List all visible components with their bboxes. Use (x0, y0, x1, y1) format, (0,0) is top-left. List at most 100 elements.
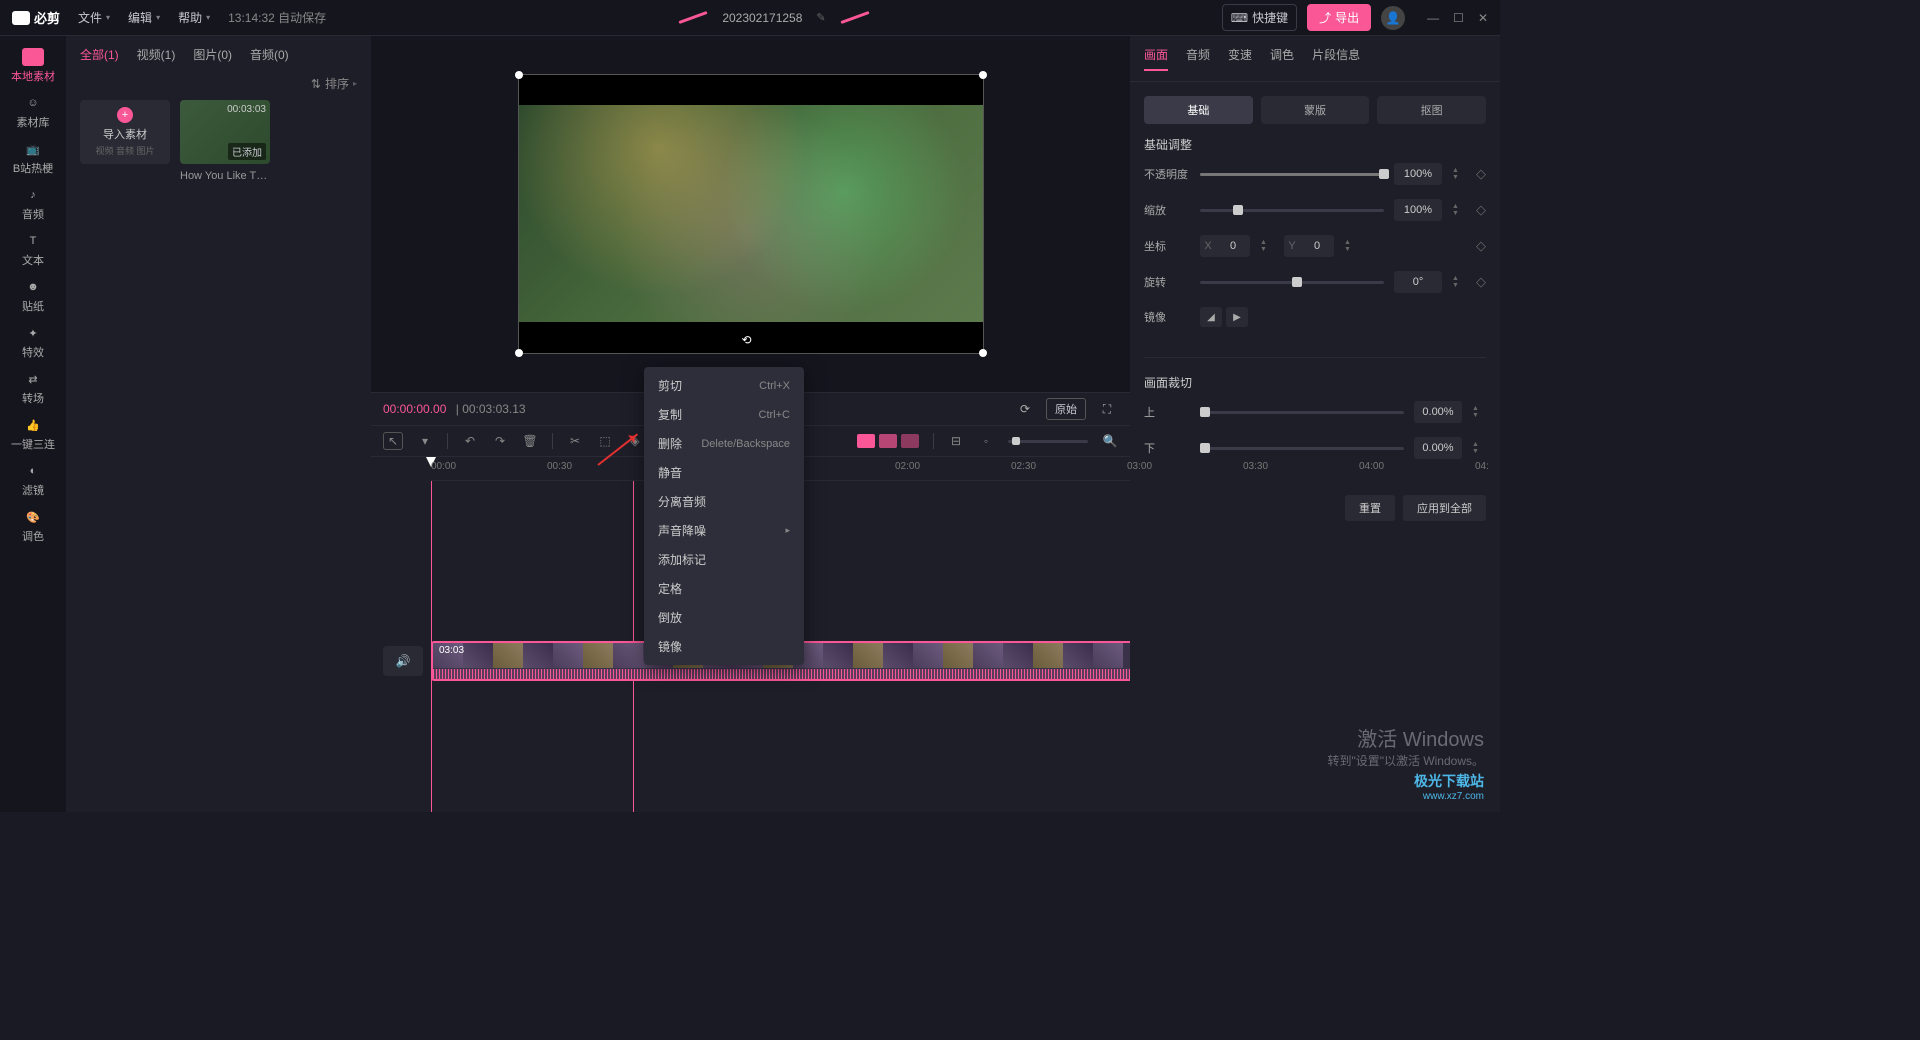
align-button[interactable]: ⊟ (948, 433, 964, 449)
opacity-stepper[interactable]: ▲▼ (1452, 163, 1466, 185)
help-menu[interactable]: 帮助▾ (178, 9, 210, 26)
sidebar-sticker[interactable]: ☻贴纸 (8, 274, 58, 318)
file-menu[interactable]: 文件▾ (78, 9, 110, 26)
tab-audio-prop[interactable]: 音频 (1186, 46, 1210, 71)
sidebar-color[interactable]: 🎨调色 (8, 504, 58, 548)
shortcut-button[interactable]: ⌨快捷键 (1222, 4, 1297, 31)
sidebar-effect[interactable]: ✦特效 (8, 320, 58, 364)
ctx-mute[interactable]: 静音 (644, 458, 804, 487)
sidebar-local-media[interactable]: ▸本地素材 (8, 44, 58, 88)
tab-info[interactable]: 片段信息 (1312, 46, 1360, 71)
ctx-detach-audio[interactable]: 分离音频 (644, 487, 804, 516)
project-name[interactable]: 202302171258 (722, 11, 802, 25)
edit-name-icon[interactable]: ✎ (816, 11, 825, 24)
close-button[interactable]: ✕ (1478, 11, 1488, 25)
opacity-slider[interactable] (1200, 173, 1384, 176)
sidebar-transition[interactable]: ⇄转场 (8, 366, 58, 410)
tab-all[interactable]: 全部(1) (80, 46, 119, 63)
sidebar-combo[interactable]: 👍一键三连 (8, 412, 58, 456)
y-stepper[interactable]: ▲▼ (1344, 235, 1358, 257)
crop-top-slider[interactable] (1200, 411, 1404, 414)
mirror-vertical-button[interactable]: ▶ (1226, 307, 1248, 327)
preview-frame[interactable]: ⟲ (518, 74, 984, 354)
tab-color[interactable]: 调色 (1270, 46, 1294, 71)
tab-image[interactable]: 图片(0) (193, 46, 232, 63)
rotation-keyframe-icon[interactable]: ◇ (1476, 274, 1486, 290)
ctx-cut[interactable]: 剪切Ctrl+X (644, 371, 804, 400)
tab-picture[interactable]: 画面 (1144, 46, 1168, 71)
scale-keyframe-icon[interactable]: ◇ (1476, 202, 1486, 218)
user-avatar[interactable]: 👤 (1381, 6, 1405, 30)
clip-duration-label: 03:03 (439, 645, 464, 656)
crop-bottom-value[interactable]: 0.00% (1414, 437, 1462, 459)
rotation-stepper[interactable]: ▲▼ (1452, 271, 1466, 293)
reset-button[interactable]: 重置 (1345, 495, 1395, 521)
sidebar-hot[interactable]: 📺B站热梗 (8, 136, 58, 180)
crop-bottom-slider[interactable] (1200, 447, 1404, 450)
sidebar-filter[interactable]: ◐滤镜 (8, 458, 58, 502)
export-button[interactable]: ⤴导出 (1307, 4, 1371, 31)
sidebar-text[interactable]: T文本 (8, 228, 58, 272)
snap-button-3[interactable] (901, 434, 919, 448)
scale-stepper[interactable]: ▲▼ (1452, 199, 1466, 221)
loop-button[interactable]: ⟳ (1014, 399, 1036, 419)
tab-audio[interactable]: 音频(0) (250, 46, 289, 63)
resize-handle-tl[interactable] (515, 71, 523, 79)
snap-button-2[interactable] (879, 434, 897, 448)
mirror-horizontal-button[interactable]: ◢ (1200, 307, 1222, 327)
tab-speed[interactable]: 变速 (1228, 46, 1252, 71)
minimize-button[interactable]: — (1427, 11, 1439, 25)
scale-slider[interactable] (1200, 209, 1384, 212)
subtab-mask[interactable]: 蒙版 (1261, 96, 1370, 124)
ctx-reverse[interactable]: 倒放 (644, 603, 804, 632)
redo-button[interactable]: ↷ (492, 433, 508, 449)
resize-handle-br[interactable] (979, 349, 987, 357)
original-ratio-button[interactable]: 原始 (1046, 398, 1086, 420)
crop-top-stepper[interactable]: ▲▼ (1472, 401, 1486, 423)
position-keyframe-icon[interactable]: ◇ (1476, 238, 1486, 254)
resize-handle-tr[interactable] (979, 71, 987, 79)
position-y-input[interactable]: Y0 (1284, 235, 1334, 257)
split-button[interactable]: ✂ (567, 433, 583, 449)
marker-tool[interactable]: ◈ (627, 433, 643, 449)
sort-button[interactable]: ⇅排序▸ (311, 75, 357, 92)
crop-bottom-stepper[interactable]: ▲▼ (1472, 437, 1486, 459)
rotation-value[interactable]: 0° (1394, 271, 1442, 293)
cursor-dropdown[interactable]: ▾ (417, 433, 433, 449)
reset-transform-icon[interactable]: ⟲ (742, 333, 760, 347)
edit-menu[interactable]: 编辑▾ (128, 9, 160, 26)
subtab-basic[interactable]: 基础 (1144, 96, 1253, 124)
x-stepper[interactable]: ▲▼ (1260, 235, 1274, 257)
apply-all-button[interactable]: 应用到全部 (1403, 495, 1486, 521)
crop-top-value[interactable]: 0.00% (1414, 401, 1462, 423)
import-media-card[interactable]: + 导入素材 视频 音频 图片 (80, 100, 170, 182)
opacity-keyframe-icon[interactable]: ◇ (1476, 166, 1486, 182)
media-clip-card[interactable]: 00:03:03 已添加 How You Like That ... (180, 100, 270, 182)
ctx-freeze[interactable]: 定格 (644, 574, 804, 603)
maximize-button[interactable]: ☐ (1453, 11, 1464, 25)
fullscreen-button[interactable]: ⛶ (1096, 399, 1118, 419)
subtab-cutout[interactable]: 抠图 (1377, 96, 1486, 124)
zoom-slider[interactable] (1008, 440, 1088, 443)
ctx-add-marker[interactable]: 添加标记 (644, 545, 804, 574)
undo-button[interactable]: ↶ (462, 433, 478, 449)
delete-button[interactable]: 🗑 (522, 433, 538, 449)
zoom-fit-button[interactable]: 🔍 (1102, 433, 1118, 449)
rotation-slider[interactable] (1200, 281, 1384, 284)
track-mute-button[interactable]: 🔊 (383, 646, 423, 676)
sidebar-library[interactable]: ☺素材库 (8, 90, 58, 134)
position-x-input[interactable]: X0 (1200, 235, 1250, 257)
snap-button-1[interactable] (857, 434, 875, 448)
zoom-reset-button[interactable]: ◦ (978, 433, 994, 449)
ctx-delete[interactable]: 删除Delete/Backspace (644, 429, 804, 458)
ctx-copy[interactable]: 复制Ctrl+C (644, 400, 804, 429)
resize-handle-bl[interactable] (515, 349, 523, 357)
scale-value[interactable]: 100% (1394, 199, 1442, 221)
ctx-denoise[interactable]: 声音降噪▸ (644, 516, 804, 545)
cursor-tool[interactable]: ↖ (383, 432, 403, 450)
sidebar-audio[interactable]: ♪音频 (8, 182, 58, 226)
opacity-value[interactable]: 100% (1394, 163, 1442, 185)
crop-tool[interactable]: ⬚ (597, 433, 613, 449)
tab-video[interactable]: 视频(1) (137, 46, 176, 63)
ctx-mirror[interactable]: 镜像 (644, 632, 804, 661)
